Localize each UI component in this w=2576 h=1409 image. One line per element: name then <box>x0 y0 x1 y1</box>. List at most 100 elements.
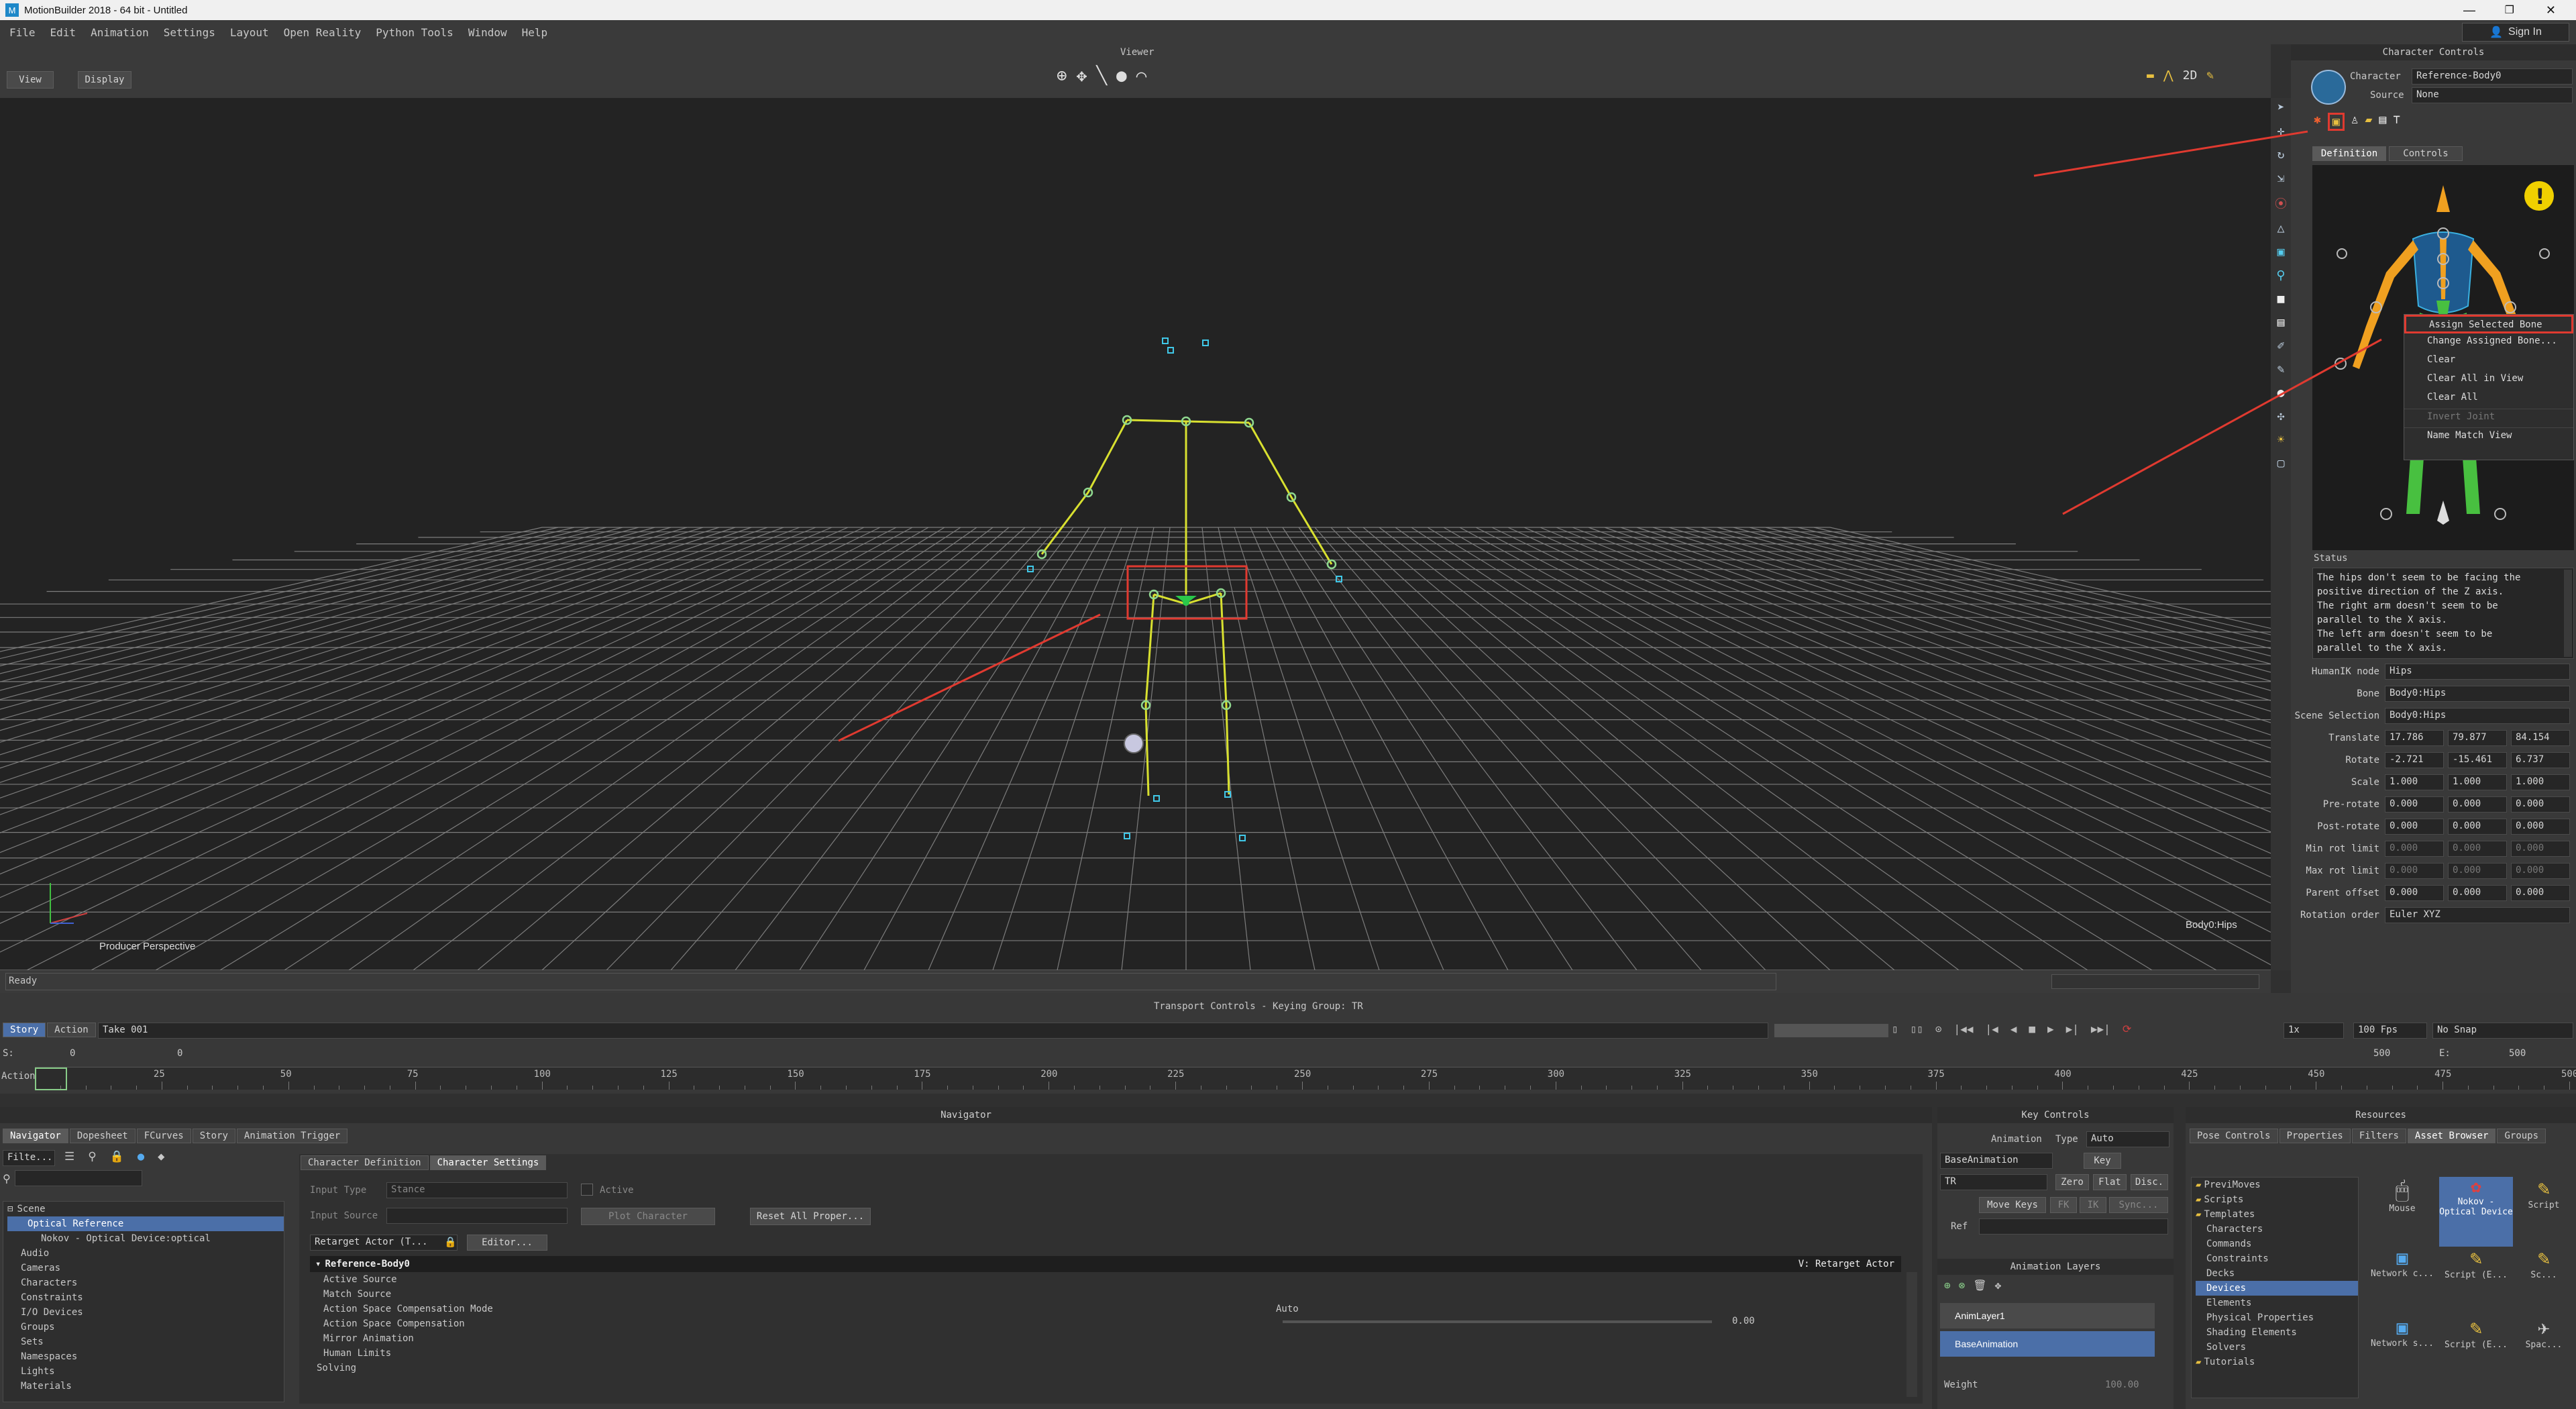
sphere-tool-icon[interactable]: ● <box>2277 386 2285 400</box>
ik-button[interactable]: IK <box>2080 1197 2106 1213</box>
tree-item-cameras[interactable]: Cameras <box>7 1261 284 1275</box>
sync-button[interactable]: Sync... <box>2109 1197 2168 1213</box>
asset-network-c[interactable]: ▣ Network c... <box>2365 1247 2439 1316</box>
property-field[interactable]: 0.000 <box>2448 796 2507 813</box>
menu-settings[interactable]: Settings <box>164 26 215 39</box>
asset-tree-item[interactable]: Physical Properties <box>2196 1310 2358 1325</box>
character-lock-icon[interactable]: ⊤ <box>2393 113 2400 131</box>
orbit-icon[interactable]: ⊕ <box>1057 66 1067 86</box>
tab-properties[interactable]: Properties <box>2279 1129 2351 1143</box>
menu-clear[interactable]: Clear <box>2404 352 2573 371</box>
tab-story[interactable]: Story <box>3 1023 46 1037</box>
prop-solving[interactable]: Solving <box>317 1361 1901 1375</box>
status-scrollbar[interactable] <box>2564 570 2572 657</box>
tree-item-constraints[interactable]: Constraints <box>7 1290 284 1305</box>
asset-tree-item[interactable]: Elements <box>2196 1296 2358 1310</box>
input-source-select[interactable] <box>386 1208 568 1224</box>
end-value[interactable]: 500 <box>2509 1048 2526 1059</box>
stop-icon[interactable]: ■ <box>2029 1023 2035 1035</box>
tab-story[interactable]: Story <box>192 1129 235 1143</box>
asset-script-e[interactable]: ✎ Script (E... <box>2439 1247 2513 1316</box>
property-field[interactable]: Body0:Hips <box>2385 686 2570 702</box>
property-field[interactable]: 0.000 <box>2511 885 2570 901</box>
menu-layout[interactable]: Layout <box>230 26 269 39</box>
asset-tree-item[interactable]: Characters <box>2196 1222 2358 1237</box>
tab-controls[interactable]: Controls <box>2389 146 2463 161</box>
end-field[interactable]: 500 <box>2373 1048 2390 1059</box>
rotate-tool-icon[interactable]: ↻ <box>2277 148 2285 162</box>
snap-select[interactable]: No Snap <box>2432 1023 2573 1039</box>
tab-filters[interactable]: Filters <box>2351 1129 2406 1143</box>
bone-tool-icon[interactable]: ✣ <box>2277 409 2285 423</box>
lock-icon[interactable]: 🔒 <box>110 1150 124 1163</box>
asset-tree-item[interactable]: Constraints <box>2196 1251 2358 1266</box>
pan-icon[interactable]: ✥ <box>1077 66 1087 86</box>
color-bars-icon[interactable]: ▬ <box>2147 68 2154 83</box>
tab-groups[interactable]: Groups <box>2497 1129 2546 1143</box>
property-field[interactable]: 0.000 <box>2385 796 2444 813</box>
move-keys-button[interactable]: Move Keys <box>1979 1197 2046 1213</box>
fk-button[interactable]: FK <box>2050 1197 2077 1213</box>
go-end-icon[interactable]: ▶▶| <box>2091 1023 2110 1035</box>
tab-animation-trigger[interactable]: Animation Trigger <box>236 1129 348 1143</box>
disc-button[interactable]: Disc. <box>2131 1174 2168 1190</box>
character-folder-icon[interactable]: ▰ <box>2365 113 2373 131</box>
prop-human-limits[interactable]: Human Limits <box>323 1346 1901 1361</box>
translate-tool-icon[interactable]: ✛ <box>2277 124 2285 138</box>
zero-button[interactable]: Zero <box>2055 1174 2089 1190</box>
asset-network-s[interactable]: ▣ Network s... <box>2365 1316 2439 1386</box>
asset-tree-item[interactable]: Decks <box>2196 1266 2358 1281</box>
tab-definition[interactable]: Definition <box>2312 146 2386 161</box>
display-button[interactable]: Display <box>78 71 131 89</box>
close-icon[interactable]: ✕ <box>2546 3 2556 17</box>
prop-match-source[interactable]: Match Source <box>323 1287 1901 1302</box>
property-field[interactable]: 0.000 <box>2511 819 2570 835</box>
tree-item-nokov-device[interactable]: Nokov - Optical Device:optical <box>7 1231 284 1246</box>
maximize-icon[interactable]: ❐ <box>2505 3 2514 17</box>
asset-sc[interactable]: ✎ Sc... <box>2513 1247 2575 1316</box>
property-field[interactable]: -2.721 <box>2385 752 2444 768</box>
play-icon[interactable]: ▶ <box>2047 1023 2054 1035</box>
character-figure-icon[interactable]: ♙ <box>2351 113 2359 131</box>
take-select[interactable]: Take 001 <box>98 1023 1768 1039</box>
property-field[interactable]: 1.000 <box>2385 774 2444 790</box>
diamond-icon[interactable]: ◆ <box>158 1150 164 1163</box>
property-field[interactable]: 6.737 <box>2511 752 2570 768</box>
menu-clear-all[interactable]: Clear All <box>2404 390 2573 409</box>
start-value[interactable]: 0 <box>70 1048 75 1059</box>
tab-pose-controls[interactable]: Pose Controls <box>2190 1129 2278 1143</box>
weight-value[interactable]: 100.00 <box>2105 1379 2139 1390</box>
asset-tree-item[interactable]: Shading Elements <box>2196 1325 2358 1340</box>
current-frame-value[interactable]: 0 <box>177 1048 182 1059</box>
pencil-icon[interactable]: ✎ <box>2206 68 2214 83</box>
property-field[interactable]: 0.000 <box>2385 819 2444 835</box>
menu-window[interactable]: Window <box>468 26 507 39</box>
active-checkbox[interactable] <box>581 1184 593 1196</box>
minimize-icon[interactable]: — <box>2463 3 2475 17</box>
view-button[interactable]: View <box>7 71 54 89</box>
asset-tree-item-devices[interactable]: Devices <box>2196 1281 2358 1296</box>
character-star-icon[interactable]: ✱ <box>2314 113 2321 131</box>
menu-open-reality[interactable]: Open Reality <box>284 26 362 39</box>
menu-assign-selected-bone[interactable]: Assign Selected Bone <box>2404 315 2573 333</box>
asset-nokov-device[interactable]: ✿ Nokov - Optical Device <box>2439 1177 2513 1247</box>
layer-row-baseanimation[interactable]: BaseAnimation <box>1940 1331 2155 1357</box>
search-input[interactable] <box>14 1170 142 1186</box>
plot-character-button[interactable]: Plot Character <box>581 1208 715 1225</box>
input-type-select[interactable]: Stance <box>386 1182 568 1198</box>
tree-item-io-devices[interactable]: I/O Devices <box>7 1305 284 1320</box>
property-field[interactable]: 0.000 <box>2511 796 2570 813</box>
character-select[interactable]: Reference-Body0 <box>2412 68 2573 85</box>
tab-navigator[interactable]: Navigator <box>3 1129 68 1143</box>
asset-tree-item[interactable]: ▰ Tutorials <box>2196 1355 2358 1369</box>
asset-script-e2[interactable]: ✎ Script (E... <box>2439 1316 2513 1386</box>
tab-asset-browser[interactable]: Asset Browser <box>2407 1129 2496 1143</box>
tree-item-namespaces[interactable]: Namespaces <box>7 1349 284 1364</box>
property-field[interactable]: 0.000 <box>2511 841 2570 857</box>
skin-tool-icon[interactable]: ⦿ <box>2275 195 2287 212</box>
sign-in-button[interactable]: 👤 Sign In <box>2462 23 2569 42</box>
editor-button[interactable]: Editor... <box>467 1235 547 1251</box>
prop-action-space-mode[interactable]: Action Space Compensation Mode <box>323 1302 1901 1316</box>
asset-spac[interactable]: ✈ Spac... <box>2513 1316 2575 1386</box>
compensation-value[interactable]: 0.00 <box>1732 1314 1755 1328</box>
